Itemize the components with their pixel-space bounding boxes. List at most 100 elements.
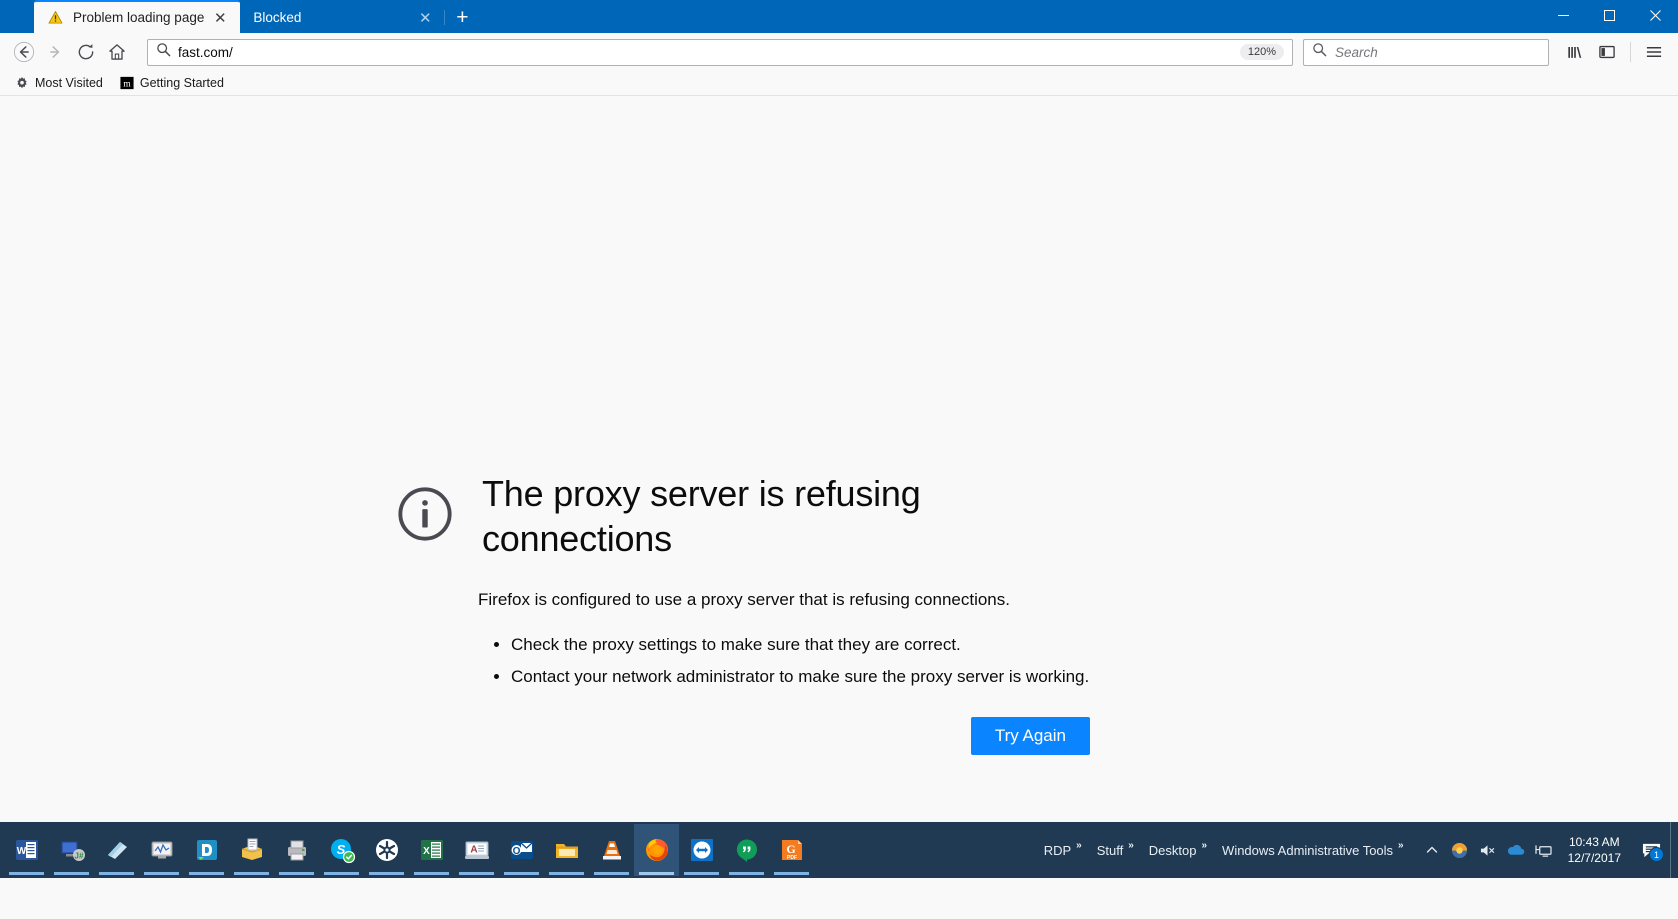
taskbar-item-hangouts[interactable] [724, 824, 769, 876]
svg-text:W: W [16, 846, 26, 857]
clock-time: 10:43 AM [1568, 834, 1620, 849]
tab-strip: Problem loading page ✕ Blocked ✕ + [0, 0, 479, 33]
hamburger-menu-icon[interactable] [1639, 37, 1669, 67]
address-bar[interactable]: fast.com/ 120% [147, 38, 1293, 66]
taskbar-item-teamviewer[interactable] [679, 824, 724, 876]
taskbar-item-file-explorer[interactable] [544, 824, 589, 876]
network-icon[interactable] [1531, 830, 1557, 870]
error-description: Firefox is configured to use a proxy ser… [478, 590, 1010, 609]
taskbar-toolbar-stuff[interactable]: Stuff » [1085, 840, 1137, 858]
taskbar-item-print-server[interactable] [274, 824, 319, 876]
home-button[interactable] [102, 37, 132, 67]
svg-text:J#: J# [74, 852, 83, 861]
taskbar-item-skype[interactable]: S [319, 824, 364, 876]
taskbar-app-icons: W J# S X A O G PDF [0, 822, 814, 878]
tab-blocked[interactable]: Blocked ✕ [240, 2, 446, 33]
taskbar-item-access[interactable]: A [454, 824, 499, 876]
taskbar-item-onenote[interactable] [94, 824, 139, 876]
toolbar-label: Windows Administrative Tools [1222, 842, 1394, 858]
proxy-error-page: The proxy server is refusing connections… [396, 471, 1116, 756]
close-icon[interactable]: ✕ [415, 8, 435, 28]
search-icon [1312, 42, 1327, 62]
bookmark-label: Most Visited [35, 76, 103, 90]
toolbar-right-actions [1560, 37, 1669, 67]
chevron-double-right-icon[interactable]: » [1128, 840, 1134, 851]
error-header: The proxy server is refusing connections [396, 471, 1116, 561]
taskbar-item-remote-desktop-manager[interactable]: J# [49, 824, 94, 876]
taskbar-toolbars: RDP » Stuff » Desktop » Windows Administ… [1032, 822, 1678, 878]
warning-icon [47, 9, 64, 26]
taskbar-item-dameware[interactable] [184, 824, 229, 876]
try-again-button[interactable]: Try Again [970, 717, 1090, 756]
sunset-app-icon[interactable] [1447, 830, 1473, 870]
error-body: Firefox is configured to use a proxy ser… [478, 587, 1116, 756]
new-tab-button[interactable]: + [445, 2, 479, 33]
svg-text:m: m [123, 79, 131, 90]
svg-text:O: O [512, 846, 520, 857]
gear-icon [14, 75, 30, 91]
show-desktop-button[interactable] [1670, 822, 1678, 878]
reload-button[interactable] [71, 37, 101, 67]
taskbar-toolbar-desktop[interactable]: Desktop » [1137, 840, 1210, 858]
close-icon[interactable]: ✕ [210, 8, 230, 28]
toolbar-label: Stuff [1096, 842, 1124, 858]
search-icon [156, 42, 171, 62]
back-button[interactable] [9, 37, 39, 67]
error-title: The proxy server is refusing connections [482, 473, 921, 559]
navigation-toolbar: fast.com/ 120% Search [0, 33, 1678, 71]
bookmark-getting-started[interactable]: m Getting Started [113, 73, 230, 93]
list-item: Contact your network administrator to ma… [511, 661, 1116, 693]
search-placeholder: Search [1335, 44, 1378, 60]
toolbar-separator [1630, 42, 1631, 62]
action-center-button[interactable]: 1 [1632, 822, 1670, 878]
show-hidden-icons-button[interactable] [1419, 830, 1445, 870]
window-controls [1540, 0, 1678, 31]
error-suggestions: Check the proxy settings to make sure th… [478, 629, 1116, 694]
svg-text:PDF: PDF [787, 855, 797, 861]
library-icon[interactable] [1560, 37, 1590, 67]
tab-title: Blocked [253, 10, 302, 25]
toolbar-label: Desktop [1148, 842, 1197, 858]
taskbar-item-word[interactable]: W [4, 824, 49, 876]
system-tray [1407, 830, 1557, 870]
taskbar-item-vlc[interactable] [589, 824, 634, 876]
taskbar-item-backup-tool[interactable] [229, 824, 274, 876]
search-bar[interactable]: Search [1303, 38, 1549, 66]
sidebar-icon[interactable] [1592, 37, 1622, 67]
onedrive-icon[interactable] [1503, 830, 1529, 870]
svg-text:A: A [470, 845, 477, 856]
svg-text:X: X [423, 846, 430, 857]
error-actions: Try Again [478, 717, 1116, 756]
taskbar-item-firefox[interactable] [634, 824, 679, 876]
page-content: The proxy server is refusing connections… [0, 96, 1678, 822]
url-text: fast.com/ [178, 44, 233, 60]
toolbar-label: RDP [1043, 842, 1072, 858]
chevron-double-right-icon[interactable]: » [1398, 840, 1404, 851]
zoom-level-badge[interactable]: 120% [1239, 44, 1284, 60]
taskbar-item-snowflake-app[interactable] [364, 824, 409, 876]
windows-taskbar: W J# S X A O G PDF RDP » Stuff » Desktop… [0, 822, 1678, 878]
volume-muted-icon[interactable] [1475, 830, 1501, 870]
tab-title: Problem loading page [73, 10, 205, 25]
bookmark-label: Getting Started [139, 76, 224, 90]
mozilla-m-icon: m [119, 75, 135, 91]
taskbar-item-outlook[interactable]: O [499, 824, 544, 876]
chevron-double-right-icon[interactable]: » [1076, 840, 1082, 851]
taskbar-clock[interactable]: 10:43 AM 12/7/2017 [1557, 834, 1632, 866]
clock-date: 12/7/2017 [1567, 851, 1621, 865]
taskbar-item-system-monitor[interactable] [139, 824, 184, 876]
maximize-button[interactable] [1586, 0, 1632, 31]
bookmark-most-visited[interactable]: Most Visited [8, 73, 109, 93]
taskbar-item-gaaiho-pdf[interactable]: G PDF [769, 824, 814, 876]
minimize-button[interactable] [1540, 0, 1586, 31]
taskbar-toolbar-rdp[interactable]: RDP » [1032, 840, 1085, 858]
svg-text:G: G [786, 842, 795, 856]
window-titlebar: Problem loading page ✕ Blocked ✕ + [0, 0, 1678, 33]
taskbar-item-excel[interactable]: X [409, 824, 454, 876]
chevron-double-right-icon[interactable]: » [1201, 840, 1207, 851]
forward-button[interactable] [40, 37, 70, 67]
info-circle-icon [396, 485, 454, 548]
close-button[interactable] [1632, 0, 1678, 31]
taskbar-toolbar-windows-administrative-tools[interactable]: Windows Administrative Tools » [1210, 840, 1407, 858]
tab-problem-loading-page[interactable]: Problem loading page ✕ [34, 0, 241, 33]
